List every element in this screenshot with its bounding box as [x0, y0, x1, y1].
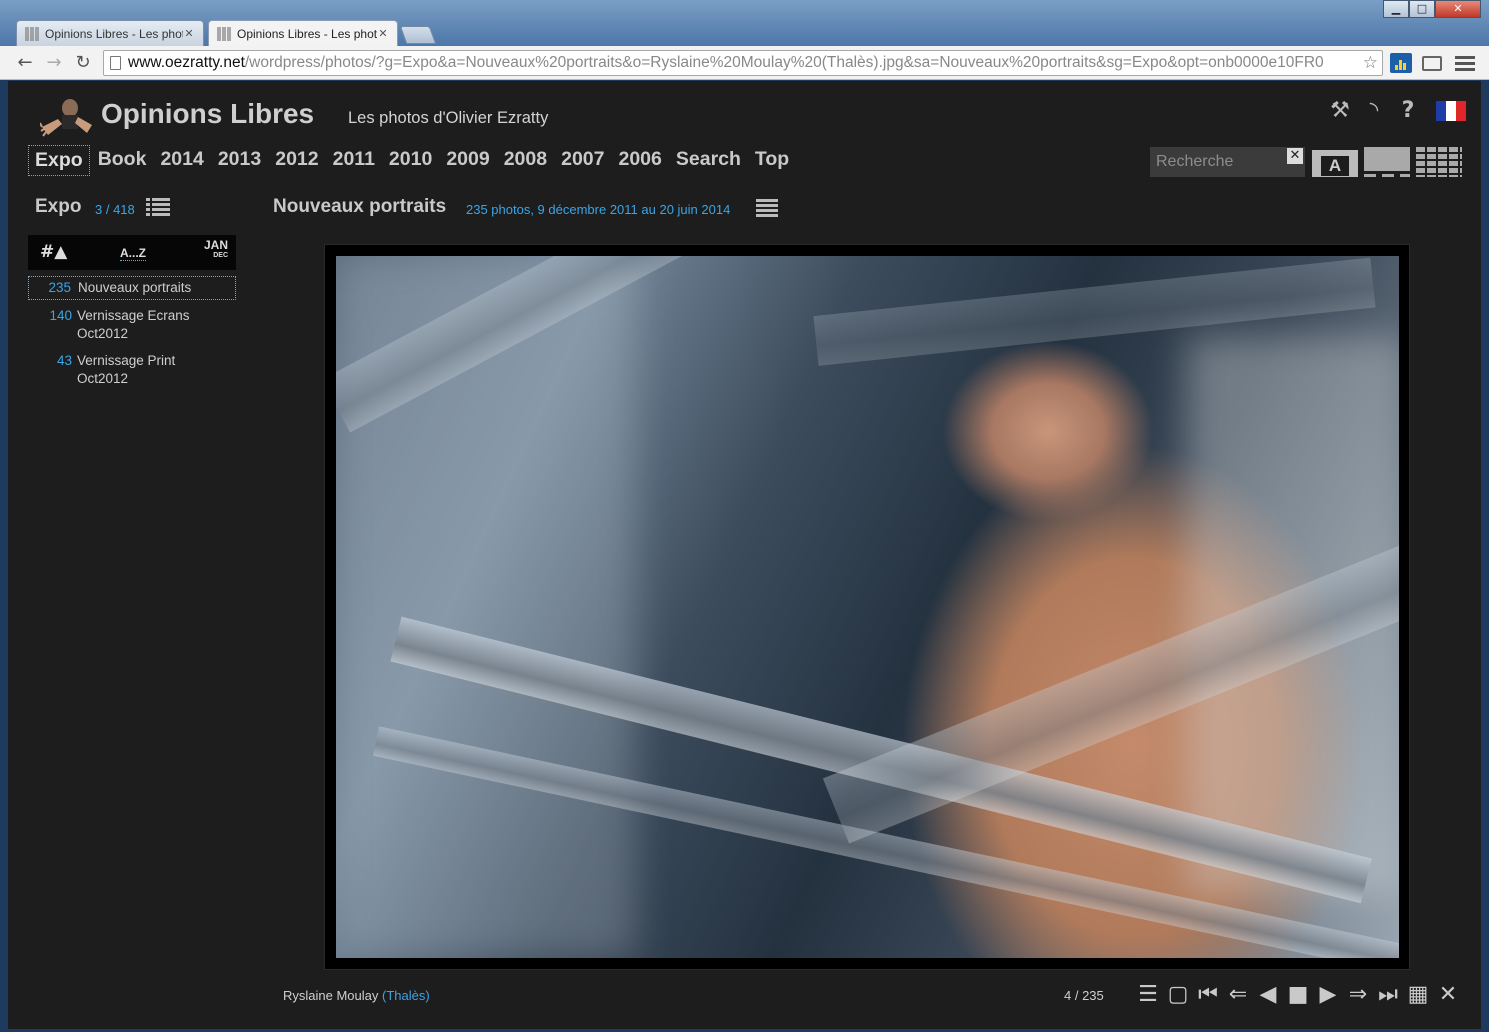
sort-alpha-button[interactable]: A...Z: [120, 246, 146, 261]
new-tab-button[interactable]: [399, 26, 437, 44]
next-icon[interactable]: ▶: [1316, 983, 1340, 1007]
album-name: Nouveaux portraits: [78, 280, 192, 295]
sort-date-top: JAN: [204, 238, 229, 252]
back-arrow-icon[interactable]: ←: [14, 52, 36, 74]
favicon-icon: [25, 26, 39, 41]
next-fast-icon[interactable]: ⇒: [1346, 983, 1370, 1007]
stop-icon[interactable]: ▢: [1166, 983, 1190, 1007]
gallery-subtitle: 235 photos, 9 décembre 2011 au 20 juin 2…: [466, 202, 731, 217]
photo-counter: 4 / 235: [1064, 988, 1104, 1003]
sidebar-title[interactable]: Expo: [35, 196, 81, 218]
nav-item-2010[interactable]: 2010: [383, 145, 438, 176]
site-subtitle: Les photos d'Olivier Ezratty: [348, 109, 549, 127]
header-icons: ⚒ ◝ ?: [1328, 99, 1466, 123]
nav-item-2008[interactable]: 2008: [498, 145, 553, 176]
reload-icon[interactable]: ↻: [72, 52, 94, 74]
nav-item-2009[interactable]: 2009: [440, 145, 495, 176]
search-input[interactable]: Recherche: [1150, 147, 1305, 177]
album-count: 235: [48, 280, 71, 295]
main-nav: Expo Book 2014 2013 2012 2011 2010 2009 …: [28, 145, 797, 176]
minimize-icon[interactable]: ▁: [1383, 0, 1409, 18]
favicon-icon: [217, 26, 231, 41]
album-count: 140: [49, 308, 72, 323]
album-item-vernissage-ecrans[interactable]: 140 Vernissage Ecrans Oct2012: [28, 307, 236, 343]
french-flag-icon[interactable]: [1436, 101, 1466, 121]
sort-bar: #▲ A...Z JAN DEC: [28, 235, 236, 270]
grid-icon[interactable]: ▦: [1406, 983, 1430, 1007]
prev-icon[interactable]: ◀: [1256, 983, 1280, 1007]
browser-menu-icon[interactable]: [1455, 53, 1475, 73]
list-icon[interactable]: [146, 197, 170, 219]
site-logo[interactable]: [40, 97, 94, 139]
portrait-photo[interactable]: [336, 256, 1399, 958]
full-view-icon[interactable]: [1364, 147, 1410, 177]
fullscreen-icon[interactable]: ✕: [1436, 983, 1460, 1007]
caption-name: Ryslaine Moulay: [283, 988, 379, 1003]
cast-icon[interactable]: [1422, 56, 1442, 71]
album-name: Vernissage Ecrans Oct2012: [77, 308, 190, 341]
maximize-icon[interactable]: □: [1409, 0, 1435, 18]
close-icon[interactable]: ✕: [183, 27, 195, 40]
album-name: Vernissage Print Oct2012: [77, 353, 176, 386]
browser-titlebar: Opinions Libres - Les phot ✕ Opinions Li…: [0, 0, 1489, 46]
browser-toolbar: ← → ↻ www.oezratty.net/wordpress/photos/…: [0, 46, 1489, 80]
sidebar-count: 3 / 418: [95, 202, 135, 217]
bookmark-star-icon[interactable]: ☆: [1359, 51, 1378, 75]
first-icon[interactable]: ⏮: [1196, 983, 1220, 1007]
nav-item-2007[interactable]: 2007: [555, 145, 610, 176]
browser-tab-2[interactable]: Opinions Libres - Les phot ✕: [208, 20, 398, 46]
gallery-page: Opinions Libres Les photos d'Olivier Ezr…: [8, 81, 1481, 1029]
nav-item-2012[interactable]: 2012: [269, 145, 324, 176]
caption-org-link[interactable]: (Thalès): [382, 988, 430, 1003]
help-icon[interactable]: ?: [1396, 99, 1420, 123]
window-controls: ▁ □ ✕: [1383, 0, 1481, 20]
photo-frame: [324, 244, 1410, 970]
nav-item-2013[interactable]: 2013: [212, 145, 267, 176]
sort-date-button[interactable]: JAN DEC: [204, 238, 229, 260]
tab-label: Opinions Libres - Les phot: [45, 26, 183, 41]
gallery-title: Nouveaux portraits: [273, 196, 447, 217]
browser-tab-1[interactable]: Opinions Libres - Les phot ✕: [16, 20, 204, 46]
nav-item-2014[interactable]: 2014: [154, 145, 209, 176]
grid-view-icon[interactable]: [1416, 147, 1462, 177]
tools-icon[interactable]: ⚒: [1328, 99, 1352, 123]
nav-item-2006[interactable]: 2006: [612, 145, 667, 176]
prev-fast-icon[interactable]: ⇐: [1226, 983, 1250, 1007]
rss-icon[interactable]: ◝: [1362, 99, 1386, 123]
album-item-nouveaux-portraits[interactable]: 235 Nouveaux portraits: [28, 276, 236, 300]
forward-arrow-icon[interactable]: →: [43, 52, 65, 74]
tab-label: Opinions Libres - Les phot: [237, 26, 377, 41]
analytics-extension-icon[interactable]: [1390, 53, 1412, 73]
site-title[interactable]: Opinions Libres: [101, 98, 314, 130]
close-icon[interactable]: ✕: [377, 27, 389, 40]
nav-item-search[interactable]: Search: [670, 145, 747, 176]
list-icon[interactable]: ☰: [1136, 983, 1160, 1007]
album-count: 43: [56, 353, 72, 368]
sort-date-bottom: DEC: [213, 252, 229, 259]
url-path: /wordpress/photos/?g=Expo&a=Nouveaux%20p…: [244, 54, 1324, 71]
nav-item-2011[interactable]: 2011: [327, 145, 381, 176]
details-icon[interactable]: [756, 198, 780, 220]
window-close-icon[interactable]: ✕: [1435, 0, 1481, 18]
pause-icon[interactable]: ■: [1286, 983, 1310, 1007]
sort-by-count-button[interactable]: #▲: [40, 242, 67, 262]
last-icon[interactable]: ⏭: [1376, 983, 1400, 1007]
nav-item-top[interactable]: Top: [749, 145, 795, 176]
photo-caption: Ryslaine Moulay (Thalès): [283, 988, 430, 1003]
url-host: www.oezratty.net: [128, 54, 245, 71]
nav-item-expo[interactable]: Expo: [28, 145, 90, 176]
slideshow-controls: ☰ ▢ ⏮ ⇐ ◀ ■ ▶ ⇒ ⏭ ▦ ✕: [1136, 983, 1460, 1007]
clear-search-icon[interactable]: ✕: [1287, 148, 1303, 164]
nav-item-book[interactable]: Book: [92, 145, 153, 176]
address-bar[interactable]: www.oezratty.net/wordpress/photos/?g=Exp…: [103, 50, 1383, 76]
page-icon: [110, 56, 121, 70]
text-view-icon[interactable]: A: [1312, 147, 1358, 177]
album-item-vernissage-print[interactable]: 43 Vernissage Print Oct2012: [28, 352, 236, 388]
